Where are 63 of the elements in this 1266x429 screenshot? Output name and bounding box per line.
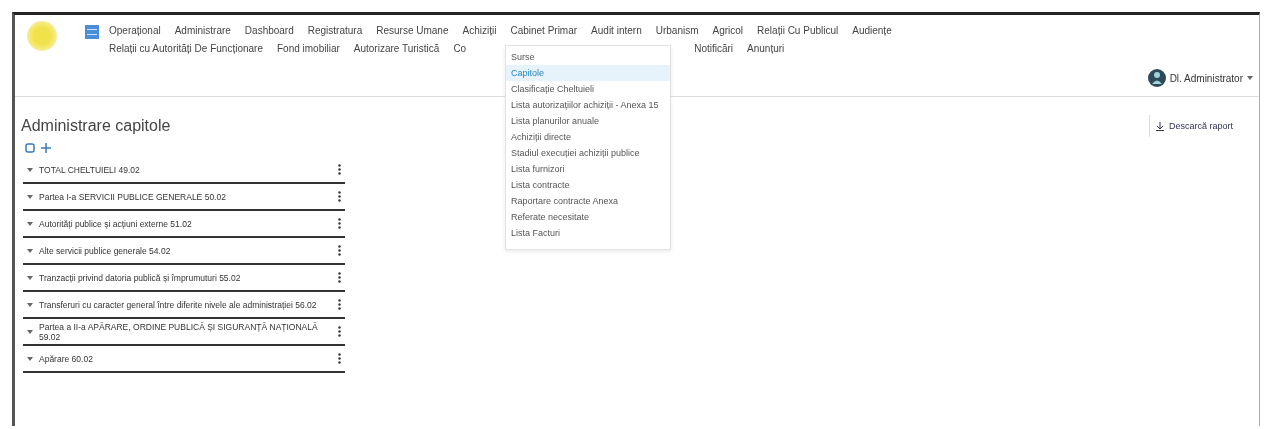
menu-item[interactable]: Cabinet Primar — [510, 25, 578, 36]
tree-item[interactable]: Alte servicii publice generale 54.02 — [39, 245, 326, 256]
more-icon[interactable] — [338, 299, 341, 310]
more-icon[interactable] — [338, 245, 341, 256]
dropdown-item[interactable]: Stadiul execuției achiziții publice — [506, 145, 670, 161]
dropdown-item[interactable]: Lista furnizori — [506, 161, 670, 177]
caret-icon[interactable] — [27, 274, 33, 281]
add-icon[interactable] — [41, 143, 51, 153]
more-icon[interactable] — [338, 326, 341, 337]
menu-item[interactable]: Anunțuri — [747, 43, 785, 54]
more-icon[interactable] — [338, 353, 341, 364]
tree-item[interactable]: Apărare 60.02 — [39, 353, 326, 364]
user-menu[interactable]: Dl. Administrator — [1169, 72, 1243, 84]
dropdown-item[interactable]: Lista autorizațiilor achiziții - Anexa 15 — [506, 97, 670, 113]
tree-item[interactable]: Partea a II-a APĂRARE, ORDINE PUBLICĂ ȘI SIGURANȚĂ NAȚIONALĂ 59.02 — [39, 321, 326, 342]
menu-item[interactable]: Audit intern — [591, 25, 642, 36]
menu-item[interactable]: Co — [453, 43, 467, 54]
refresh-icon[interactable] — [25, 143, 35, 153]
dropdown-item[interactable]: Lista planurilor anuale — [506, 113, 670, 129]
menu-item[interactable]: Notificări — [694, 43, 734, 54]
caret-icon[interactable] — [1247, 76, 1253, 80]
menu-item[interactable]: Autorizare Turistică — [353, 43, 440, 54]
more-icon[interactable] — [338, 272, 341, 283]
dropdown-item[interactable]: Lista Facturi — [506, 225, 670, 241]
menu-item[interactable]: Urbanism — [655, 25, 699, 36]
menu-item[interactable]: Achiziții — [462, 25, 497, 36]
dropdown-item[interactable]: Clasificație Cheltuieli — [506, 81, 670, 97]
dropdown-item[interactable]: Surse — [506, 49, 670, 65]
dropdown-item[interactable]: Raportare contracte Anexa — [506, 193, 670, 209]
menu-item[interactable]: Relații cu Autorități De Funcționare — [109, 43, 263, 54]
menu-item[interactable]: Audiențe — [852, 25, 892, 36]
more-icon[interactable] — [338, 164, 341, 175]
menu-item[interactable]: Resurse Umane — [376, 25, 449, 36]
caret-icon[interactable] — [27, 220, 33, 227]
more-icon[interactable] — [338, 191, 341, 202]
menu-item[interactable]: Relații Cu Publicul — [757, 25, 839, 36]
menu-item[interactable]: Operațional — [109, 25, 161, 36]
logo-icon — [27, 21, 57, 51]
menu-item[interactable]: Agricol — [712, 25, 744, 36]
dropdown-item[interactable]: Referate necesitate — [506, 209, 670, 225]
menu-item[interactable]: Fond imobiliar — [276, 43, 340, 54]
tree-item[interactable]: Autorități publice și acțiuni externe 51.02 — [39, 218, 326, 229]
caret-icon[interactable] — [27, 355, 33, 362]
tree-item[interactable]: Tranzacții privind datoria publică și împrumuturi 55.02 — [39, 272, 326, 283]
tree-item[interactable]: Partea I-a SERVICII PUBLICE GENERALE 50.02 — [39, 191, 326, 202]
dropdown-item[interactable]: Lista contracte — [506, 177, 670, 193]
more-icon[interactable] — [338, 218, 341, 229]
download-icon — [1155, 121, 1164, 131]
caret-icon[interactable] — [27, 193, 33, 200]
menu-icon[interactable] — [85, 25, 99, 39]
menu-item[interactable]: Administrare — [174, 25, 231, 36]
page-title: Administrare capitole — [21, 117, 171, 135]
caret-icon[interactable] — [27, 247, 33, 254]
dropdown-item[interactable]: Capitole — [506, 65, 670, 81]
tree-item[interactable]: Transferuri cu caracter general între diferite nivele ale administrației 56.02 — [39, 299, 326, 310]
avatar-icon[interactable] — [1147, 69, 1166, 87]
caret-icon[interactable] — [27, 166, 33, 173]
caret-icon[interactable] — [27, 301, 33, 308]
caret-icon[interactable] — [27, 328, 33, 335]
tree-item[interactable]: TOTAL CHELTUIELI 49.02 — [39, 164, 326, 175]
menu-item[interactable]: Registratura — [307, 25, 363, 36]
dropdown-item[interactable]: Achiziții directe — [506, 129, 670, 145]
menu-item[interactable]: Dashboard — [244, 25, 294, 36]
